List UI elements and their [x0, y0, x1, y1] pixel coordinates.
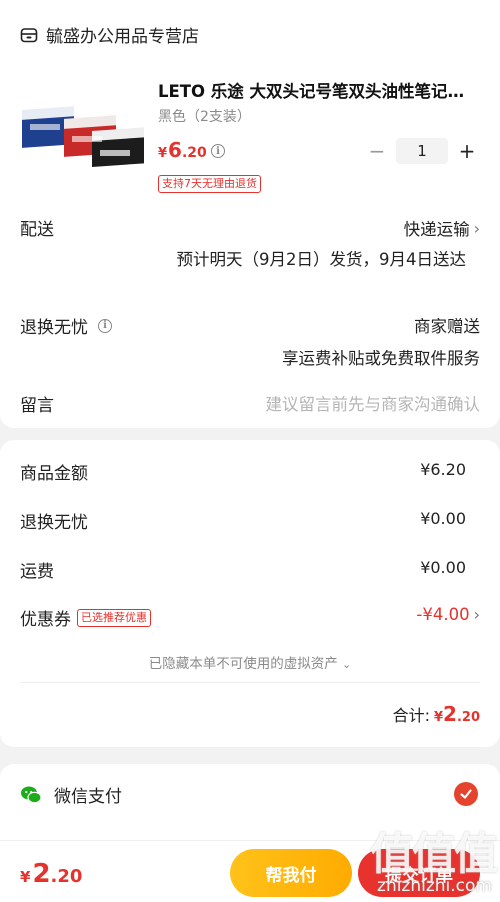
- bottom-price-dec: .20: [50, 866, 83, 887]
- total-amount: ¥ 2 .20: [434, 702, 480, 726]
- info-icon[interactable]: i: [98, 318, 112, 333]
- worry-free-row[interactable]: 退换无忧 i: [20, 313, 112, 338]
- watermark-url: zhizhizhi.com: [377, 876, 492, 896]
- store-header[interactable]: 毓盛办公用品专营店: [20, 22, 199, 47]
- decrease-button[interactable]: −: [366, 138, 388, 164]
- product-variant: 黑色（2支装）: [158, 109, 251, 125]
- total-symbol: ¥: [434, 710, 444, 725]
- worry-free-detail: 享运费补贴或免费取件服务: [282, 349, 480, 368]
- product-price: ¥ 6 .20: [158, 138, 207, 162]
- message-input[interactable]: 建议留言前先与商家沟通确认: [266, 391, 481, 415]
- coupon-value[interactable]: -¥4.00 ›: [416, 605, 480, 624]
- help-me-pay-button[interactable]: 帮我付: [230, 849, 352, 897]
- order-total: 合计: ¥ 2 .20: [393, 702, 480, 726]
- coupon-badge: 已选推荐优惠: [77, 608, 151, 627]
- shipping-method-text: 快递运输: [403, 220, 470, 239]
- summary-value-worry-free: ¥0.00: [420, 509, 466, 528]
- divider: [20, 682, 480, 683]
- total-dec: .20: [456, 710, 480, 725]
- watermark-logo: 值值值: [370, 829, 498, 880]
- total-int: 2: [443, 702, 457, 726]
- delivery-estimate: 预计明天（9月2日）发货，9月4日送达: [176, 250, 467, 269]
- price-dec: .20: [181, 145, 207, 161]
- price-info-icon[interactable]: i: [211, 144, 225, 158]
- message-label: 留言: [20, 396, 54, 416]
- summary-label-shipping: 运费: [20, 562, 54, 582]
- coupon-amount: -¥4.00: [416, 605, 470, 624]
- shipping-label: 配送: [20, 220, 54, 240]
- worry-free-label: 退换无忧: [20, 318, 88, 338]
- wechat-icon: [21, 786, 42, 803]
- coupon-label: 优惠券: [20, 610, 71, 630]
- summary-label-worry-free: 退换无忧: [20, 513, 88, 533]
- bottom-price-int: 2: [32, 859, 51, 889]
- summary-value-goods: ¥6.20: [420, 460, 466, 479]
- chevron-down-icon: ⌄: [342, 658, 352, 671]
- quantity-field[interactable]: 1: [396, 138, 448, 164]
- selected-check-icon[interactable]: [454, 782, 478, 806]
- payment-method-label: 微信支付: [54, 787, 122, 807]
- store-name: 毓盛办公用品专营店: [46, 27, 199, 47]
- store-icon: [20, 27, 38, 42]
- order-card: 毓盛办公用品专营店 LETO 乐途 大双头记号笔双头油性笔记号笔速干防水不易褪色…: [0, 0, 500, 428]
- chevron-right-icon: ›: [473, 218, 480, 238]
- bottom-price-symbol: ¥: [20, 868, 31, 886]
- product-image[interactable]: [20, 80, 144, 180]
- chevron-right-icon: ›: [473, 605, 480, 624]
- hidden-assets-toggle[interactable]: 已隐藏本单不可使用的虚拟资产 ⌄: [0, 652, 500, 672]
- coupon-row[interactable]: 优惠券 已选推荐优惠: [20, 605, 151, 630]
- payment-option-wechat[interactable]: 微信支付: [20, 782, 122, 807]
- shipping-method[interactable]: 快递运输 ›: [404, 216, 480, 240]
- hidden-assets-text: 已隐藏本单不可使用的虚拟资产: [148, 656, 338, 672]
- summary-value-shipping: ¥0.00: [420, 558, 466, 577]
- price-int: 6: [168, 138, 182, 162]
- product-title[interactable]: LETO 乐途 大双头记号笔双头油性笔记号笔速干防水不易褪色黑色: [158, 78, 468, 102]
- summary-label-goods: 商品金额: [20, 464, 88, 484]
- total-label: 合计:: [392, 706, 430, 725]
- return-policy-badge: 支持7天无理由退货: [158, 175, 261, 193]
- quantity-stepper: − 1 +: [366, 138, 478, 164]
- bottom-total-price: ¥ 2 .20: [20, 859, 82, 889]
- worry-free-value: 商家赠送: [414, 317, 480, 336]
- increase-button[interactable]: +: [456, 138, 478, 164]
- price-summary-card: [0, 440, 500, 747]
- price-symbol: ¥: [158, 146, 168, 161]
